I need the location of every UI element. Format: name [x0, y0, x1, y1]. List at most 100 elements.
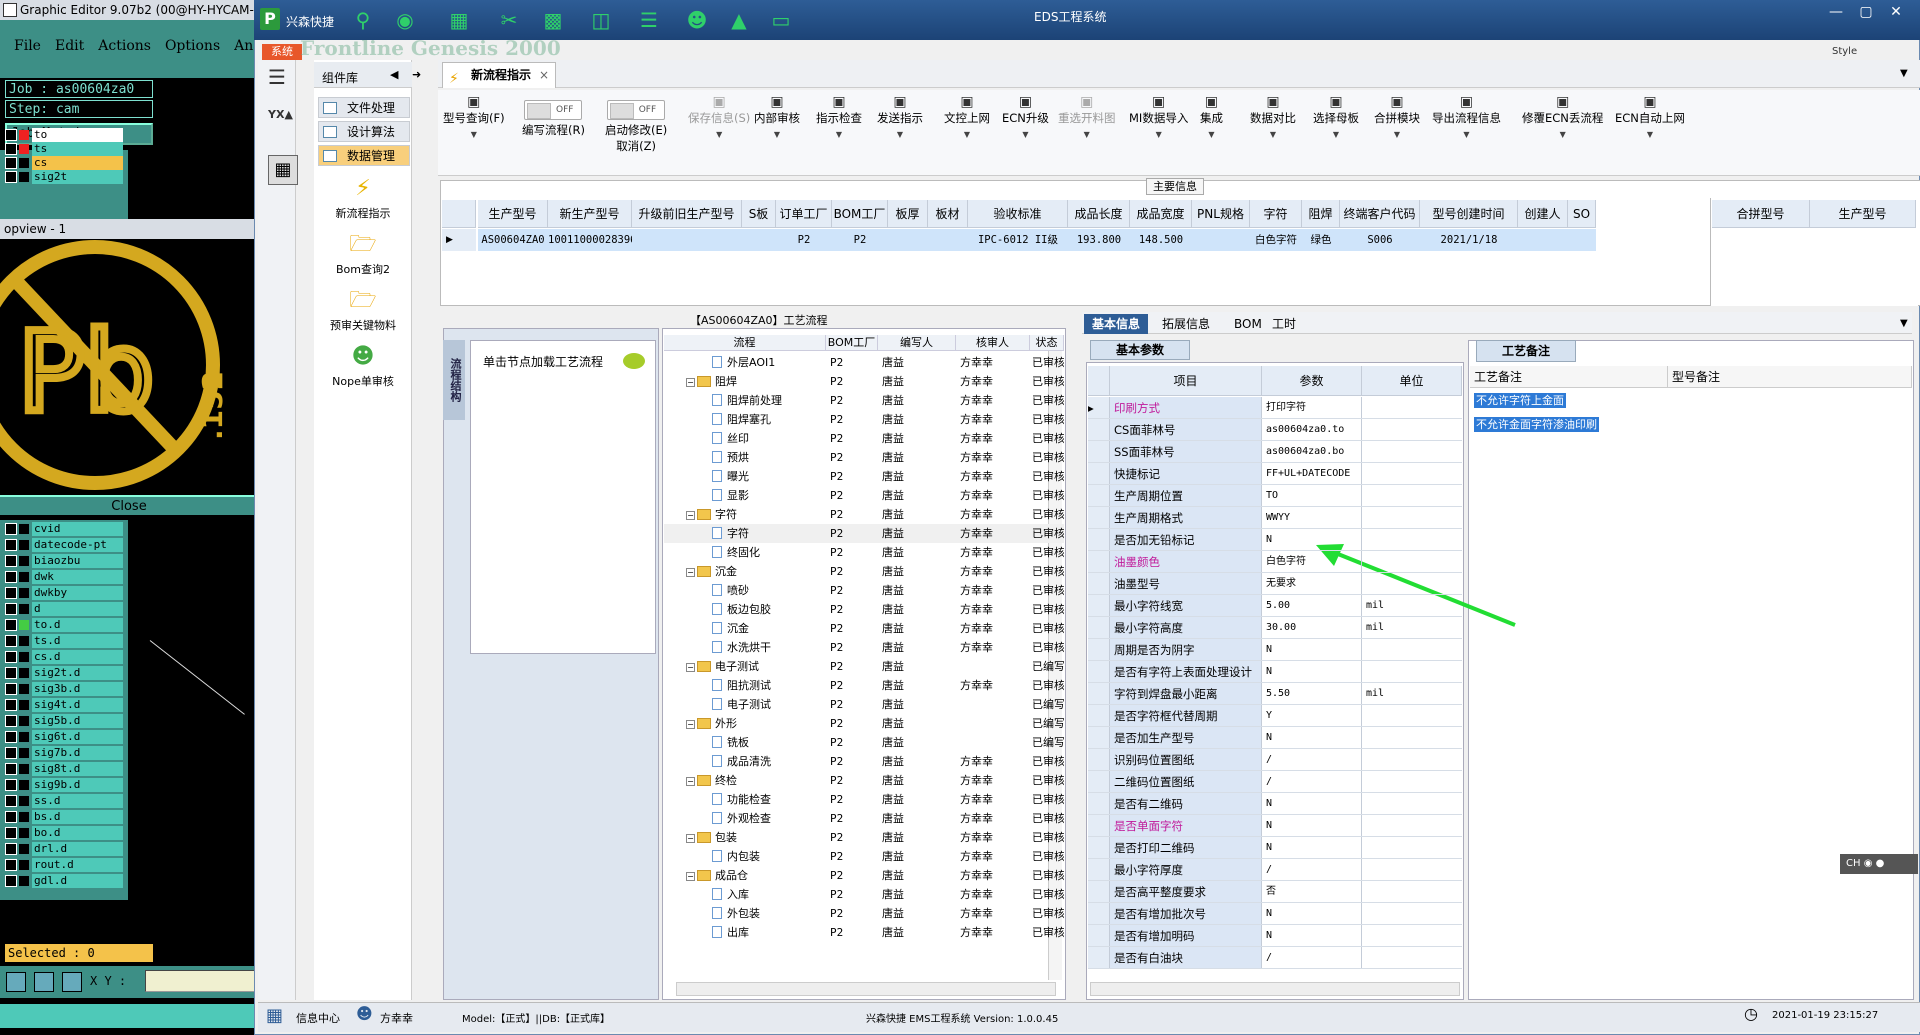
master-cell[interactable]: 10011000028396: [548, 229, 632, 251]
param-row[interactable]: 最小字符厚度 /: [1088, 859, 1462, 881]
factory-icon[interactable]: ◫: [588, 9, 614, 31]
layer-checkbox[interactable]: [5, 651, 17, 663]
param-row[interactable]: 字符到焊盘最小距离 5.50 mil: [1088, 683, 1462, 705]
layer-checkbox[interactable]: [5, 715, 17, 727]
graphic-editor-titlebar[interactable]: Graphic Editor 9.07b2 (00@HY-HYCAM-: [0, 0, 258, 20]
master-col-header[interactable]: 成品长度: [1068, 200, 1130, 228]
master-col-header[interactable]: 升级前旧生产型号: [632, 200, 742, 228]
tree-node[interactable]: 字符: [664, 524, 826, 543]
pin-icon[interactable]: ➜: [412, 68, 421, 81]
layer-checkbox[interactable]: [5, 539, 17, 551]
ge-layer-row[interactable]: to: [5, 128, 123, 142]
tree-node[interactable]: − 外形: [664, 714, 826, 733]
process-tree-row[interactable]: 喷砂 P2 唐益 方幸幸 已审核: [664, 581, 1064, 600]
master-cell[interactable]: [1568, 229, 1596, 251]
craft-note-1[interactable]: 不允许字符上金面: [1474, 393, 1566, 408]
param-value[interactable]: 无要求: [1262, 573, 1362, 594]
layer-checkbox[interactable]: [5, 635, 17, 647]
param-row[interactable]: 是否单面字符 N: [1088, 815, 1462, 837]
tree-node[interactable]: 出库: [664, 923, 826, 942]
collapse-icon[interactable]: −: [686, 663, 695, 672]
param-row[interactable]: 是否加生产型号 N: [1088, 727, 1462, 749]
ge-layer-row[interactable]: bo.d: [5, 826, 123, 840]
search-icon[interactable]: ⚲: [350, 9, 376, 31]
param-value[interactable]: 白色字符: [1262, 551, 1362, 572]
collapse-icon[interactable]: −: [686, 568, 695, 577]
param-row[interactable]: SS面菲林号 as00604za0.bo: [1088, 441, 1462, 463]
param-value[interactable]: N: [1262, 727, 1362, 748]
param-row[interactable]: 是否有增加批次号 N: [1088, 903, 1462, 925]
tree-node[interactable]: 显影: [664, 486, 826, 505]
tree-node[interactable]: − 字符: [664, 505, 826, 524]
param-value[interactable]: as00604za0.bo: [1262, 441, 1362, 462]
process-tree-row[interactable]: 字符 P2 唐益 方幸幸 已审核: [664, 524, 1064, 543]
layer-checkbox[interactable]: [5, 603, 17, 615]
master-cell[interactable]: [742, 229, 776, 251]
ge-layer-row[interactable]: datecode-pt: [5, 538, 123, 552]
tree-node[interactable]: − 终检: [664, 771, 826, 790]
ge-layer-row[interactable]: ts.d: [5, 634, 123, 648]
chart-icon[interactable]: ▲: [726, 9, 752, 31]
layer-checkbox[interactable]: [5, 143, 17, 155]
info-center-link[interactable]: 信息中心: [296, 1010, 340, 1026]
layer-checkbox[interactable]: [5, 763, 17, 775]
tree-node[interactable]: 外包装: [664, 904, 826, 923]
measure-icon[interactable]: [34, 972, 54, 992]
craft-note-2[interactable]: 不允许金面字符渗油印刷: [1474, 417, 1599, 432]
tree-node[interactable]: 预烘: [664, 448, 826, 467]
process-tree-row[interactable]: − 字符 P2 唐益 方幸幸 已审核: [664, 505, 1064, 524]
process-tree-row[interactable]: 显影 P2 唐益 方幸幸 已审核: [664, 486, 1064, 505]
toolbar-wrench-button[interactable]: ▣ 修覆ECN丢流程 ▼: [1522, 94, 1603, 166]
master-col-header[interactable]: 阻焊: [1302, 200, 1340, 228]
param-row[interactable]: 最小字符高度 30.00 mil: [1088, 617, 1462, 639]
master-cell[interactable]: [1518, 229, 1568, 251]
craft-notes-subtab[interactable]: 工艺备注: [1476, 340, 1576, 362]
param-row[interactable]: 快捷标记 FF+UL+DATECODE: [1088, 463, 1462, 485]
toolbar-compare-button[interactable]: ▣ 数据对比 ▼: [1250, 94, 1296, 166]
param-value[interactable]: N: [1262, 529, 1362, 550]
tree-node[interactable]: 外层AOI1: [664, 353, 826, 372]
process-tree-row[interactable]: 内包装 P2 唐益 方幸幸 已审核: [664, 847, 1064, 866]
tree-col-header[interactable]: 流程: [664, 335, 826, 351]
master-cell[interactable]: [632, 229, 742, 251]
process-tree-row[interactable]: − 外形 P2 唐益 已编写: [664, 714, 1064, 733]
toolbar-toggle-1-button[interactable]: OFF 编写流程(R): [522, 100, 585, 172]
process-tree-row[interactable]: 阻焊前处理 P2 唐益 方幸幸 已审核: [664, 391, 1064, 410]
tree-node[interactable]: 板边包胶: [664, 600, 826, 619]
param-row[interactable]: 是否有白油块 /: [1088, 947, 1462, 969]
layer-checkbox[interactable]: [5, 747, 17, 759]
master-col-header[interactable]: 型号创建时间: [1420, 200, 1518, 228]
layer-checkbox[interactable]: [5, 731, 17, 743]
master-col-header[interactable]: 板材: [928, 200, 968, 228]
param-row[interactable]: 周期是否为阴字 N: [1088, 639, 1462, 661]
detail-tab-0[interactable]: 基本信息: [1084, 314, 1149, 334]
collapse-icon[interactable]: −: [686, 872, 695, 881]
process-tree-row[interactable]: 成品清洗 P2 唐益 方幸幸 已审核: [664, 752, 1064, 771]
param-row[interactable]: 是否字符框代替周期 Y: [1088, 705, 1462, 727]
master-col-header[interactable]: SO: [1568, 200, 1596, 228]
nope-review-item[interactable]: ☻ Nope单审核: [318, 344, 408, 389]
param-row[interactable]: 生产周期位置 TO: [1088, 485, 1462, 507]
process-tree-row[interactable]: 电子测试 P2 唐益 已编写: [664, 695, 1064, 714]
ge-menu-0[interactable]: File: [14, 38, 41, 62]
layer-checkbox[interactable]: [5, 619, 17, 631]
toggle-switch[interactable]: OFF: [524, 100, 583, 120]
param-value[interactable]: 5.50: [1262, 683, 1362, 704]
master-cell[interactable]: S006: [1340, 229, 1420, 251]
master-cell[interactable]: IPC-6012 II级: [968, 229, 1068, 251]
nav-item-1[interactable]: 设计算法: [318, 121, 410, 142]
master-cell[interactable]: [1192, 229, 1250, 251]
tree-node[interactable]: 沉金: [664, 619, 826, 638]
ge-menu-1[interactable]: Edit: [55, 38, 84, 62]
toolbar-ecn-button[interactable]: ▣ ECN升级 ▼: [1002, 94, 1049, 166]
toolbar-send-button[interactable]: ▣ 发送指示 ▼: [877, 94, 923, 166]
tree-col-header[interactable]: 编写人: [878, 335, 956, 351]
param-row[interactable]: 生产周期格式 WWYY: [1088, 507, 1462, 529]
new-process-instruction-item[interactable]: ⚡ 新流程指示: [318, 176, 408, 221]
master-cell[interactable]: 白色字符: [1250, 229, 1302, 251]
param-row[interactable]: 是否有二维码 N: [1088, 793, 1462, 815]
toolbar-search-button[interactable]: ▣ 型号查询(F) ▼: [443, 94, 505, 166]
tree-node[interactable]: − 包装: [664, 828, 826, 847]
ge-layer-row[interactable]: ss.d: [5, 794, 123, 808]
process-tree-row[interactable]: 沉金 P2 唐益 方幸幸 已审核: [664, 619, 1064, 638]
